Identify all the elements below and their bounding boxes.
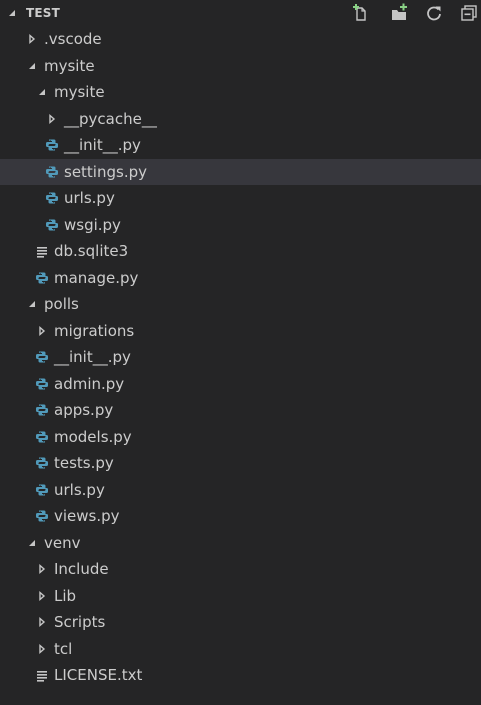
tree-item-label: mysite bbox=[44, 57, 95, 75]
tree-folder-row[interactable]: mysite bbox=[0, 53, 481, 79]
chevron-right-icon[interactable] bbox=[46, 113, 58, 125]
tree-file-row[interactable]: manage.py bbox=[0, 265, 481, 291]
tree-item-label: __pycache__ bbox=[64, 110, 157, 128]
tree-item-label: apps.py bbox=[54, 401, 114, 419]
tree-file-row[interactable]: urls.py bbox=[0, 477, 481, 503]
tree-item-label: settings.py bbox=[64, 163, 147, 181]
python-file-icon bbox=[36, 351, 48, 363]
tree-file-row[interactable]: apps.py bbox=[0, 397, 481, 423]
tree-item-label: models.py bbox=[54, 428, 132, 446]
python-file-icon bbox=[46, 166, 58, 178]
tree-item-label: mysite bbox=[54, 83, 105, 101]
tree-folder-row[interactable]: Scripts bbox=[0, 609, 481, 635]
tree-file-row[interactable]: urls.py bbox=[0, 185, 481, 211]
tree-item-label: __init__.py bbox=[64, 136, 141, 154]
tree-folder-row[interactable]: mysite bbox=[0, 79, 481, 105]
new-folder-icon[interactable] bbox=[389, 3, 409, 23]
tree-item-label: urls.py bbox=[64, 189, 115, 207]
chevron-right-icon[interactable] bbox=[36, 563, 48, 575]
python-file-icon bbox=[36, 431, 48, 443]
tree-item-label: admin.py bbox=[54, 375, 125, 393]
chevron-right-icon[interactable] bbox=[36, 325, 48, 337]
python-file-icon bbox=[36, 510, 48, 522]
python-file-icon bbox=[46, 219, 58, 231]
tree-item-label: Lib bbox=[54, 587, 77, 605]
tree-folder-row[interactable]: tcl bbox=[0, 636, 481, 662]
text-file-icon bbox=[37, 671, 47, 682]
python-file-icon bbox=[36, 484, 48, 496]
tree-folder-row[interactable]: Lib bbox=[0, 583, 481, 609]
tree-item-label: tests.py bbox=[54, 454, 114, 472]
tree-item-label: .vscode bbox=[44, 30, 102, 48]
tree-file-row[interactable]: wsgi.py bbox=[0, 212, 481, 238]
chevron-down-icon[interactable] bbox=[6, 7, 18, 19]
tree-item-label: db.sqlite3 bbox=[54, 242, 129, 260]
chevron-right-icon[interactable] bbox=[36, 590, 48, 602]
tree-file-row[interactable]: views.py bbox=[0, 503, 481, 529]
tree-folder-row[interactable]: migrations bbox=[0, 318, 481, 344]
tree-folder-row[interactable]: venv bbox=[0, 530, 481, 556]
refresh-icon[interactable] bbox=[424, 3, 444, 23]
python-file-icon bbox=[46, 192, 58, 204]
tree-item-label: LICENSE.txt bbox=[54, 666, 143, 684]
tree-file-row[interactable]: tests.py bbox=[0, 450, 481, 476]
file-explorer: TEST .vscode mysite mysite __pycache__ _… bbox=[0, 0, 481, 705]
tree-item-label: migrations bbox=[54, 322, 135, 340]
python-file-icon bbox=[36, 404, 48, 416]
collapse-all-icon[interactable] bbox=[459, 3, 479, 23]
python-file-icon bbox=[36, 378, 48, 390]
tree-item-label: Include bbox=[54, 560, 109, 578]
python-file-icon bbox=[46, 139, 58, 151]
tree-item-label: venv bbox=[44, 534, 81, 552]
tree-folder-row[interactable]: .vscode bbox=[0, 26, 481, 52]
chevron-right-icon[interactable] bbox=[36, 643, 48, 655]
explorer-header[interactable]: TEST bbox=[0, 0, 481, 26]
tree-item-label: polls bbox=[44, 295, 79, 313]
chevron-down-icon[interactable] bbox=[26, 537, 38, 549]
explorer-title: TEST bbox=[26, 6, 61, 20]
tree-item-label: views.py bbox=[54, 507, 120, 525]
chevron-right-icon[interactable] bbox=[26, 33, 38, 45]
chevron-down-icon[interactable] bbox=[36, 86, 48, 98]
tree-file-row[interactable]: admin.py bbox=[0, 371, 481, 397]
tree-item-label: manage.py bbox=[54, 269, 139, 287]
tree-file-row[interactable]: settings.py bbox=[0, 159, 481, 185]
tree-file-row[interactable]: models.py bbox=[0, 424, 481, 450]
chevron-right-icon[interactable] bbox=[36, 616, 48, 628]
tree-item-label: urls.py bbox=[54, 481, 105, 499]
tree-file-row[interactable]: __init__.py bbox=[0, 344, 481, 370]
tree-item-label: wsgi.py bbox=[64, 216, 121, 234]
tree-item-label: tcl bbox=[54, 640, 73, 658]
tree-file-row[interactable]: db.sqlite3 bbox=[0, 238, 481, 264]
tree-file-row[interactable]: LICENSE.txt bbox=[0, 662, 481, 688]
chevron-down-icon[interactable] bbox=[26, 298, 38, 310]
text-file-icon bbox=[37, 247, 47, 258]
new-file-icon[interactable] bbox=[351, 3, 371, 23]
tree-file-row[interactable]: __init__.py bbox=[0, 132, 481, 158]
tree-folder-row[interactable]: polls bbox=[0, 291, 481, 317]
chevron-down-icon[interactable] bbox=[26, 60, 38, 72]
python-file-icon bbox=[36, 457, 48, 469]
tree-item-label: Scripts bbox=[54, 613, 106, 631]
tree-item-label: __init__.py bbox=[54, 348, 131, 366]
tree-folder-row[interactable]: Include bbox=[0, 556, 481, 582]
python-file-icon bbox=[36, 272, 48, 284]
tree-folder-row[interactable]: __pycache__ bbox=[0, 106, 481, 132]
